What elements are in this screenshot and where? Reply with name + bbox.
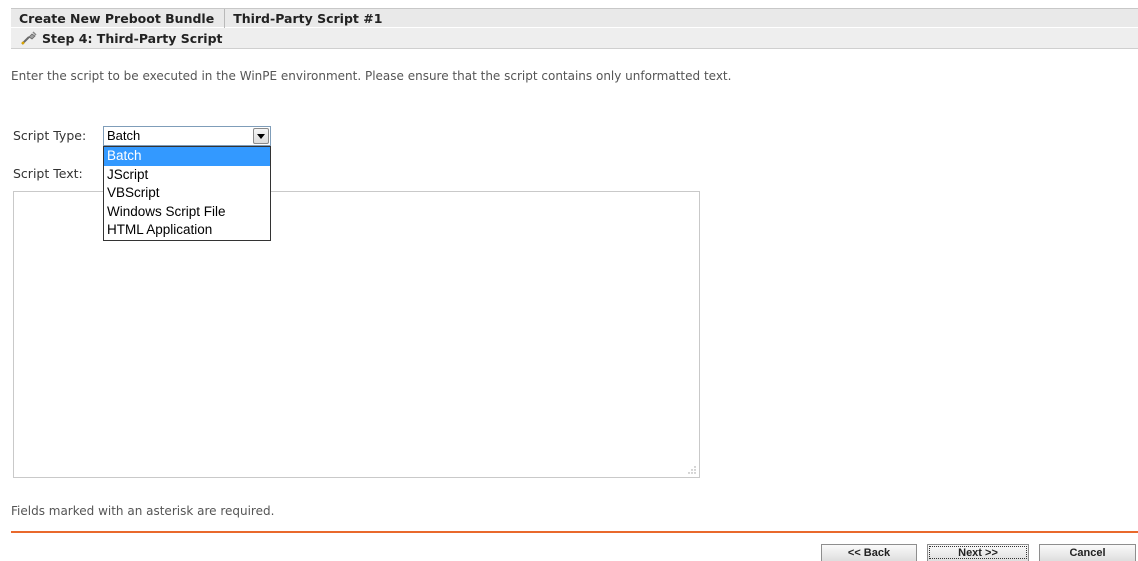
resize-grip-icon[interactable] bbox=[688, 466, 696, 474]
script-type-label: Script Type: bbox=[13, 128, 87, 143]
dropdown-option-jscript[interactable]: JScript bbox=[104, 166, 270, 185]
dropdown-option-batch[interactable]: Batch bbox=[104, 147, 270, 166]
next-button[interactable]: Next >> bbox=[927, 544, 1029, 561]
script-type-value: Batch bbox=[107, 128, 141, 143]
script-type-dropdown-list: Batch JScript VBScript Windows Script Fi… bbox=[103, 146, 271, 241]
breadcrumb-bar: Create New Preboot Bundle Third-Party Sc… bbox=[11, 8, 1138, 28]
cancel-button[interactable]: Cancel bbox=[1039, 544, 1136, 561]
step-header: Step 4: Third-Party Script bbox=[11, 28, 1138, 49]
breadcrumb-main[interactable]: Create New Preboot Bundle bbox=[11, 11, 224, 26]
intro-text: Enter the script to be executed in the W… bbox=[11, 69, 732, 83]
script-type-select[interactable]: Batch bbox=[103, 126, 271, 146]
dropdown-option-windows-script-file[interactable]: Windows Script File bbox=[104, 203, 270, 222]
chevron-down-icon[interactable] bbox=[253, 128, 269, 144]
footer-divider bbox=[11, 531, 1138, 533]
wrench-icon bbox=[20, 30, 38, 46]
back-button[interactable]: << Back bbox=[821, 544, 917, 561]
step-title: Step 4: Third-Party Script bbox=[42, 30, 223, 46]
required-fields-note: Fields marked with an asterisk are requi… bbox=[11, 504, 275, 518]
breadcrumb-current: Third-Party Script #1 bbox=[233, 10, 383, 26]
dropdown-option-vbscript[interactable]: VBScript bbox=[104, 184, 270, 203]
dropdown-option-html-application[interactable]: HTML Application bbox=[104, 221, 270, 240]
script-text-label: Script Text: bbox=[13, 166, 83, 181]
